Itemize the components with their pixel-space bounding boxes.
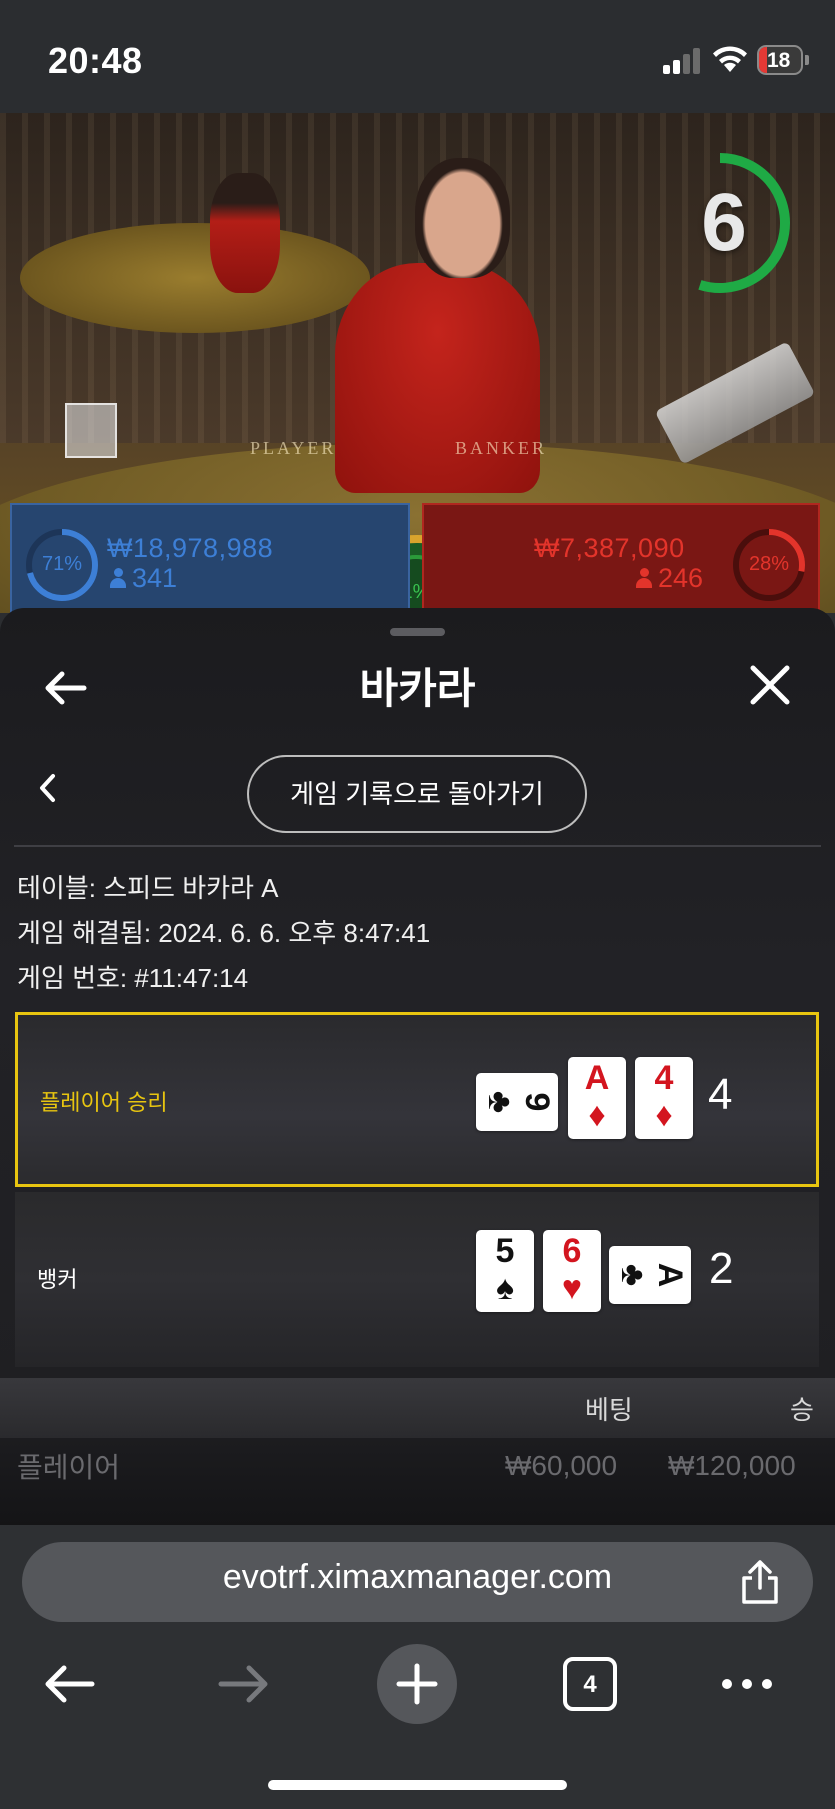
bets-column-bet: 베팅 xyxy=(585,1395,633,1425)
person-icon xyxy=(110,568,126,588)
browser-back-icon[interactable] xyxy=(42,1658,98,1710)
divider xyxy=(14,845,821,847)
battery-percent: 18 xyxy=(767,49,791,72)
status-time: 20:48 xyxy=(48,40,143,81)
player-bettor-count: 341 xyxy=(110,563,177,594)
player-card-2: A ♦ xyxy=(568,1057,626,1139)
banker-bet-amount: ₩7,387,090 xyxy=(534,533,685,563)
signal-icon xyxy=(663,48,700,74)
browser-forward-icon[interactable] xyxy=(215,1658,271,1710)
sheet-title: 바카라 xyxy=(359,665,476,712)
battery-fill xyxy=(759,47,767,73)
bets-row-win: ₩120,000 xyxy=(668,1450,796,1481)
bets-row-bet: ₩60,000 xyxy=(505,1450,618,1481)
page: 20:48 18 PLAYER BANKER 6 1% 71% ₩18,978,… xyxy=(0,0,835,1809)
game-number-info: 게임 번호: #11:47:14 xyxy=(17,963,249,993)
home-indicator[interactable] xyxy=(268,1780,567,1790)
bets-row-name: 플레이어 xyxy=(17,1452,121,1483)
player-result-label: 플레이어 승리 xyxy=(40,1090,168,1115)
banker-result-label: 뱅커 xyxy=(37,1267,78,1292)
share-icon[interactable] xyxy=(738,1558,782,1606)
player-bet-area[interactable]: 71% ₩18,978,988 341 xyxy=(10,503,410,623)
person-icon xyxy=(636,568,652,588)
bets-table-header xyxy=(0,1378,835,1438)
banker-card-1: 5 ♠ xyxy=(476,1230,534,1312)
countdown-number: 6 xyxy=(701,177,747,268)
chevron-left-icon[interactable] xyxy=(33,770,63,806)
player-result-row: 플레이어 승리 9 ♣ A ♦ 4 ♦ 4 xyxy=(15,1012,819,1187)
new-tab-button[interactable] xyxy=(377,1644,457,1724)
address-url[interactable]: evotrf.ximaxmanager.com xyxy=(0,1558,835,1597)
tabs-button[interactable]: 4 xyxy=(563,1657,617,1711)
table-info: 테이블: 스피드 바카라 A xyxy=(17,873,279,903)
resolved-info: 게임 해결됨: 2024. 6. 6. 오후 8:47:41 xyxy=(17,918,431,948)
bets-column-win: 승 xyxy=(790,1395,814,1425)
wifi-icon xyxy=(713,46,747,72)
table-player-text: PLAYER xyxy=(250,438,337,458)
countdown-timer: 6 xyxy=(690,148,802,298)
back-to-history-button[interactable]: 게임 기록으로 돌아가기 xyxy=(247,755,587,833)
sheet-grabber[interactable] xyxy=(390,628,445,636)
plus-icon xyxy=(396,1663,438,1705)
banker-score: 2 xyxy=(709,1244,734,1293)
player-card-1: 9 ♣ xyxy=(476,1073,558,1131)
more-icon[interactable] xyxy=(720,1672,774,1696)
battery-icon: 18 xyxy=(757,45,809,75)
player-score: 4 xyxy=(708,1070,733,1119)
banker-bet-area[interactable]: ₩7,387,090 246 28% xyxy=(422,503,820,623)
player-percent: 71% xyxy=(41,553,83,575)
banker-card-3: A ♣ xyxy=(609,1246,691,1304)
banker-bettor-count: 246 xyxy=(636,563,703,594)
banker-card-2: 6 ♥ xyxy=(543,1230,601,1312)
player-bet-amount: ₩18,978,988 xyxy=(107,533,274,563)
close-icon[interactable] xyxy=(745,660,795,710)
table-banker-text: BANKER xyxy=(455,438,548,458)
player-card-3: 4 ♦ xyxy=(635,1057,693,1139)
status-bar: 20:48 18 xyxy=(0,0,835,113)
banker-percent: 28% xyxy=(748,553,790,575)
banker-result-row: 뱅커 5 ♠ 6 ♥ A ♣ 2 xyxy=(15,1192,819,1367)
